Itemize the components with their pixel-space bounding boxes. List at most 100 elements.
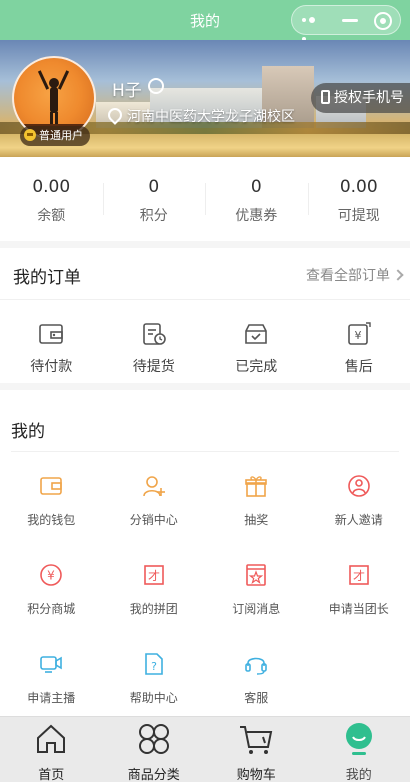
mine-item-label: 积分商城 xyxy=(27,602,76,616)
username: H子 xyxy=(112,81,142,101)
mine-title: 我的 xyxy=(11,422,45,442)
tab-label: 购物车 xyxy=(236,768,276,782)
tab-home[interactable]: 首页 xyxy=(0,717,103,782)
order-item-label: 售后 xyxy=(344,359,373,375)
close-icon[interactable] xyxy=(374,12,392,30)
mine-item-points-mall[interactable]: ¥ 积分商城 xyxy=(0,541,103,630)
mine-item-label: 帮助中心 xyxy=(129,691,178,705)
mine-item-lottery[interactable]: 抽奖 xyxy=(205,452,308,541)
svg-text:?: ? xyxy=(151,660,157,673)
wallet-icon xyxy=(39,324,64,344)
view-all-orders-label: 查看全部订单 xyxy=(306,268,390,284)
orders-title: 我的订单 xyxy=(13,268,81,288)
leader-icon: 才 xyxy=(348,565,369,585)
order-pending-payment[interactable]: 待付款 xyxy=(0,322,103,376)
authorize-phone-button[interactable]: 授权手机号 xyxy=(311,83,410,113)
video-icon xyxy=(40,656,63,673)
mine-section: 我的 我的钱包 分销中心 抽奖 新人邀请 ¥ 积分商城 才 我的拼团 订阅消息 … xyxy=(0,390,410,716)
chevron-right-icon xyxy=(392,269,404,281)
tab-label: 首页 xyxy=(38,768,65,782)
gift-icon xyxy=(245,476,268,497)
mine-item-label: 我的拼团 xyxy=(129,602,178,616)
mine-item-customer-service[interactable]: 客服 xyxy=(205,630,308,719)
order-pending-pickup[interactable]: 待提货 xyxy=(103,322,206,376)
tab-profile[interactable]: 我的 xyxy=(308,717,410,782)
crown-icon xyxy=(24,129,36,141)
stat-coupons[interactable]: 0 优惠券 xyxy=(205,157,308,241)
profile-banner: 普通用户 H子 河南中医药大学龙子湖校区 授权手机号 xyxy=(0,40,410,157)
mine-item-subscribe[interactable]: 订阅消息 xyxy=(205,541,308,630)
edit-icon[interactable] xyxy=(148,78,164,94)
tab-label: 我的 xyxy=(345,768,372,782)
stat-label: 可提现 xyxy=(337,208,380,224)
svg-text:才: 才 xyxy=(353,569,365,583)
mine-item-label: 客服 xyxy=(244,691,269,705)
svg-text:才: 才 xyxy=(148,569,160,583)
order-aftersale[interactable]: ¥ 售后 xyxy=(308,322,410,376)
aftersale-icon: ¥ xyxy=(347,322,371,345)
stat-label: 优惠券 xyxy=(235,208,278,224)
yen-circle-icon: ¥ xyxy=(40,564,63,586)
mine-item-label: 我的钱包 xyxy=(27,513,76,527)
order-item-label: 待提货 xyxy=(132,359,175,375)
order-completed[interactable]: 已完成 xyxy=(205,322,308,376)
stat-label: 积分 xyxy=(139,208,168,224)
star-doc-icon xyxy=(246,564,267,586)
tab-category[interactable]: 商品分类 xyxy=(103,717,206,782)
user-circle-icon xyxy=(347,475,370,497)
stat-value: 0 xyxy=(148,177,160,197)
title-bar: 我的 xyxy=(0,0,410,41)
stat-label: 余额 xyxy=(37,208,66,224)
location-row[interactable]: 河南中医药大学龙子湖校区 xyxy=(105,105,295,126)
help-doc-icon: ? xyxy=(144,653,163,675)
mine-item-label: 抽奖 xyxy=(244,513,269,527)
svg-text:¥: ¥ xyxy=(47,569,55,583)
stat-value: 0.00 xyxy=(32,177,71,197)
stat-withdrawable[interactable]: 0.00 可提现 xyxy=(307,157,410,241)
mine-item-apply-streamer[interactable]: 申请主播 xyxy=(0,630,103,719)
tab-cart[interactable]: 购物车 xyxy=(205,717,308,782)
view-all-orders-link[interactable]: 查看全部订单 xyxy=(306,265,404,285)
account-stats: 0.00 余额 0 积分 0 优惠券 0.00 可提现 xyxy=(0,157,410,241)
mine-item-label: 分销中心 xyxy=(129,513,178,527)
profile-icon xyxy=(345,723,372,755)
mine-item-apply-leader[interactable]: 才 申请当团长 xyxy=(308,541,410,630)
mine-grid: 我的钱包 分销中心 抽奖 新人邀请 ¥ 积分商城 才 我的拼团 订阅消息 才 申… xyxy=(0,452,410,719)
mine-item-label: 申请主播 xyxy=(27,691,76,705)
group-icon: 才 xyxy=(143,565,164,585)
order-item-label: 待付款 xyxy=(30,359,73,375)
tab-label: 商品分类 xyxy=(127,768,180,782)
orders-section: 我的订单 查看全部订单 待付款 待提货 已完成 ¥ 售后 xyxy=(0,248,410,383)
home-icon xyxy=(37,724,66,753)
wallet-icon xyxy=(40,477,63,495)
more-icon[interactable] xyxy=(302,17,324,41)
mine-item-distribution[interactable]: 分销中心 xyxy=(103,452,206,541)
category-icon xyxy=(138,724,169,754)
stat-value: 0 xyxy=(250,177,262,197)
mine-item-label: 新人邀请 xyxy=(334,513,383,527)
order-status-row: 待付款 待提货 已完成 ¥ 售后 xyxy=(0,300,410,376)
svg-text:¥: ¥ xyxy=(354,329,361,342)
phone-icon xyxy=(321,90,330,104)
pickup-icon xyxy=(142,323,166,345)
miniprogram-capsule[interactable] xyxy=(291,5,401,41)
mine-item-label: 订阅消息 xyxy=(232,602,281,616)
location-pin-icon xyxy=(105,105,125,125)
mine-item-wallet[interactable]: 我的钱包 xyxy=(0,452,103,541)
member-level-badge: 普通用户 xyxy=(20,126,90,146)
mine-item-label: 申请当团长 xyxy=(328,602,389,616)
stat-balance[interactable]: 0.00 余额 xyxy=(0,157,103,241)
box-check-icon xyxy=(245,324,268,344)
headset-icon xyxy=(245,657,268,675)
orders-header: 我的订单 查看全部订单 xyxy=(0,248,410,300)
minimize-icon[interactable] xyxy=(342,19,358,22)
mine-item-help[interactable]: ? 帮助中心 xyxy=(103,630,206,719)
bottom-tab-bar: 首页 商品分类 购物车 我的 xyxy=(0,716,410,782)
mine-header: 我的 xyxy=(0,390,410,452)
cart-icon xyxy=(240,726,273,754)
mine-item-invite[interactable]: 新人邀请 xyxy=(308,452,410,541)
mine-item-group-buy[interactable]: 才 我的拼团 xyxy=(103,541,206,630)
location-label: 河南中医药大学龙子湖校区 xyxy=(127,109,295,125)
stat-value: 0.00 xyxy=(339,177,378,197)
stat-points[interactable]: 0 积分 xyxy=(102,157,206,241)
